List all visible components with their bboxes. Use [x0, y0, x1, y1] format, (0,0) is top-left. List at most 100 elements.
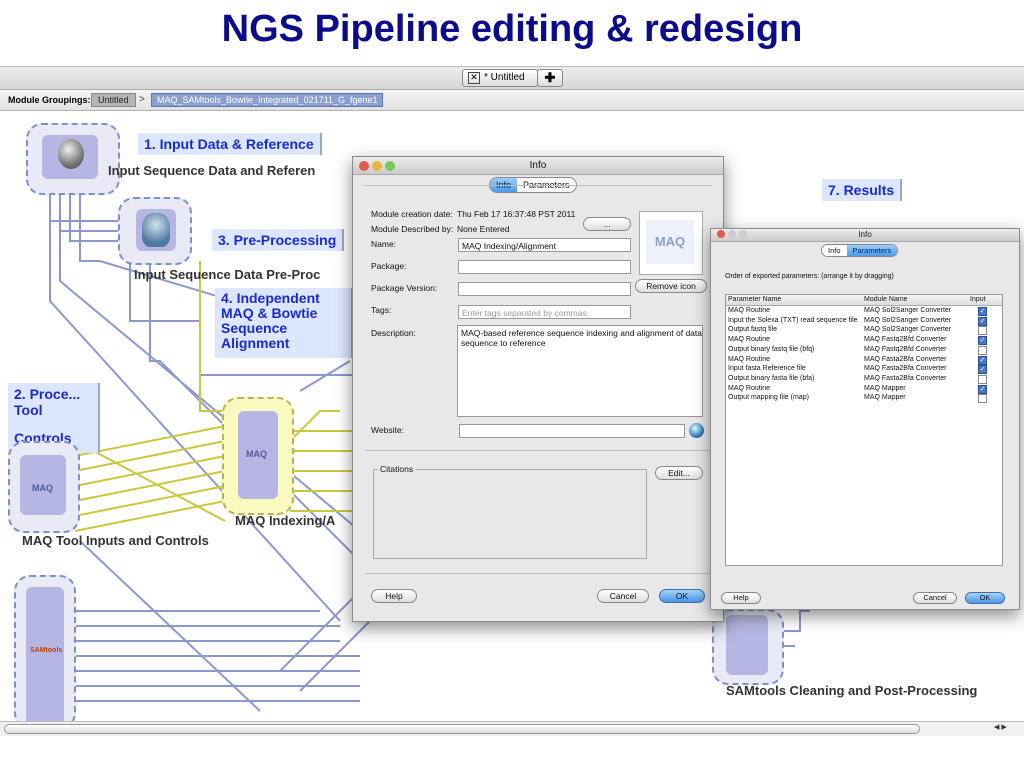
input-checkbox[interactable] — [978, 394, 987, 404]
tab-info[interactable]: Info — [822, 245, 847, 256]
help-button[interactable]: Help — [721, 592, 761, 604]
parameter-name-cell: Input fasta Reference file — [728, 365, 806, 373]
input-checkbox[interactable] — [978, 374, 987, 384]
input-checkbox[interactable] — [978, 345, 987, 355]
module-name-cell: MAQ Fasta2Bfa Converter — [864, 374, 947, 382]
description-field[interactable]: MAQ-based reference sequence indexing an… — [457, 325, 703, 417]
tags-field[interactable]: Enter tags separated by commas. — [458, 305, 631, 319]
close-window-icon[interactable] — [359, 161, 369, 171]
table-row[interactable]: Output binary fastq file (bfq) MAQ Fastq2… — [726, 345, 1002, 355]
website-field[interactable] — [459, 424, 685, 438]
group-label-alignment[interactable]: 4. Independent MAQ & Bowtie Sequence Ali… — [215, 288, 353, 358]
group-label-input-data[interactable]: 1. Input Data & Reference — [138, 133, 322, 155]
tab-parameters[interactable]: Parameters — [846, 245, 898, 256]
breadcrumb-item-untitled[interactable]: Untitled — [91, 93, 136, 107]
parameter-name-cell: Input the Solexa (TXT) read sequence fil… — [728, 316, 858, 324]
module-name-cell: MAQ Sol2Sanger Converter — [864, 326, 952, 334]
parameter-name-cell: MAQ Routine — [728, 307, 771, 314]
parameters-instruction: Order of exported parameters: (arrange i… — [725, 273, 894, 280]
input-checkbox[interactable] — [978, 326, 987, 336]
close-window-icon[interactable] — [717, 230, 725, 238]
preprocessing-module[interactable] — [118, 197, 192, 265]
group-label-preprocessing[interactable]: 3. Pre-Processing — [212, 229, 345, 251]
tab-divider — [363, 185, 713, 186]
minimize-window-icon[interactable] — [728, 230, 736, 238]
module-name-cell: MAQ Fasta2Bfa Converter — [864, 365, 947, 373]
table-row[interactable]: Output mapping file (map) MAQ Mapper — [726, 393, 1002, 404]
parameter-name-cell: MAQ Routine — [728, 355, 771, 363]
package-version-field[interactable] — [458, 282, 631, 296]
scrollbar-thumb[interactable] — [4, 724, 920, 734]
minimize-window-icon[interactable] — [372, 161, 382, 171]
parameter-name-cell: Output fastq file — [728, 326, 778, 334]
table-row[interactable]: MAQ Routine MAQ Mapper ✓ — [726, 384, 1002, 394]
tab-untitled[interactable]: ✕ * Untitled — [462, 69, 538, 87]
maq-indexing-module[interactable]: MAQ — [222, 397, 294, 515]
table-row[interactable]: MAQ Routine MAQ Fasta2Bfa Converter ✓ — [726, 355, 1002, 365]
table-row[interactable]: MAQ Routine MAQ Fastq2Bfd Converter ✓ — [726, 335, 1002, 346]
table-row[interactable]: Output binary fasta file (bfa) MAQ Fasta2… — [726, 374, 1002, 384]
samtools-input-node-body — [26, 587, 64, 721]
wire — [299, 610, 381, 692]
zoom-window-icon[interactable] — [739, 230, 747, 238]
info-dialog: Info Info Parameters Module creation date… — [352, 156, 724, 622]
table-row[interactable]: Output fastq file MAQ Sol2Sanger Converte… — [726, 325, 1002, 336]
module-name-cell: MAQ Sol2Sanger Converter — [864, 316, 952, 324]
input-checkbox[interactable]: ✓ — [978, 307, 987, 316]
edit-citations-button[interactable]: Edit... — [655, 466, 703, 480]
input-checkbox[interactable]: ✓ — [978, 365, 987, 375]
preprocessing-module-label: Input Sequence Data Pre-Proc — [134, 267, 321, 282]
wire — [74, 485, 226, 517]
module-name-cell: MAQ Fastq2Bfd Converter — [864, 336, 947, 344]
table-row[interactable]: Input the Solexa (TXT) read sequence fil… — [726, 316, 1002, 326]
table-row[interactable]: Input fasta Reference file MAQ Fasta2Bfa … — [726, 364, 1002, 375]
choose-icon-button[interactable]: ... — [583, 217, 631, 231]
ok-button[interactable]: OK — [659, 589, 705, 603]
maq-tool-module-label: MAQ Tool Inputs and Controls — [22, 533, 209, 548]
wire — [69, 191, 120, 242]
parameters-table[interactable]: Parameter Name Module Name Input MAQ Rou… — [725, 294, 1003, 566]
wire — [74, 500, 226, 532]
input-checkbox[interactable]: ✓ — [978, 316, 987, 326]
name-field[interactable]: MAQ Indexing/Alignment — [458, 238, 631, 252]
samtools-input-module[interactable]: SAMtools — [14, 575, 76, 721]
group-label-line: 4. Independent — [221, 290, 320, 306]
cancel-button[interactable]: Cancel — [597, 589, 649, 603]
module-groupings-label: Module Groupings: — [8, 95, 91, 105]
wire — [74, 470, 226, 502]
group-label-results[interactable]: 7. Results — [822, 179, 903, 201]
input-checkbox[interactable]: ✓ — [978, 336, 987, 346]
close-tab-icon[interactable]: ✕ — [468, 72, 480, 84]
info-dialog-titlebar[interactable]: Info — [353, 157, 723, 175]
website-label: Website: — [371, 425, 404, 435]
input-data-module-label: Input Sequence Data and Referen — [108, 163, 316, 178]
package-field[interactable] — [458, 260, 631, 274]
maq-tool-inputs-module[interactable]: MAQ — [8, 441, 80, 533]
input-checkbox[interactable]: ✓ — [978, 384, 987, 394]
parameters-dialog-titlebar[interactable]: Info — [711, 229, 1019, 242]
scroll-arrows-icon[interactable]: ◀ ▶ — [994, 723, 1007, 731]
described-by-label: Module Described by: — [371, 224, 454, 234]
cancel-button[interactable]: Cancel — [913, 592, 957, 604]
module-name-cell: MAQ Sol2Sanger Converter — [864, 307, 952, 314]
input-checkbox[interactable]: ✓ — [978, 355, 987, 365]
workflow-tab-bar: ✕ * Untitled ✚ — [0, 67, 1024, 90]
citations-divider — [365, 450, 711, 451]
table-row[interactable]: MAQ Routine MAQ Sol2Sanger Converter ✓ — [726, 306, 1002, 316]
input-data-module[interactable] — [26, 123, 120, 195]
add-tab-button[interactable]: ✚ — [537, 69, 563, 87]
column-header-module[interactable]: Module Name — [864, 295, 908, 305]
creation-date-label: Module creation date: — [371, 209, 453, 219]
ok-button[interactable]: OK — [965, 592, 1005, 604]
parameters-dialog-title: Info — [858, 230, 872, 239]
samtools-node-text: SAMtools — [30, 647, 63, 654]
breadcrumb-item-current[interactable]: MAQ_SAMtools_Bowtie_Integrated_021711_G_… — [151, 93, 384, 107]
column-header-input[interactable]: Input — [970, 295, 986, 305]
remove-icon-button[interactable]: Remove icon — [635, 279, 707, 293]
citations-box[interactable]: Citations — [373, 464, 647, 559]
column-header-parameter[interactable]: Parameter Name — [728, 295, 781, 305]
horizontal-scrollbar[interactable]: ◀ ▶ — [0, 721, 1024, 736]
browse-web-icon[interactable] — [689, 423, 704, 438]
zoom-window-icon[interactable] — [385, 161, 395, 171]
help-button[interactable]: Help — [371, 589, 417, 603]
